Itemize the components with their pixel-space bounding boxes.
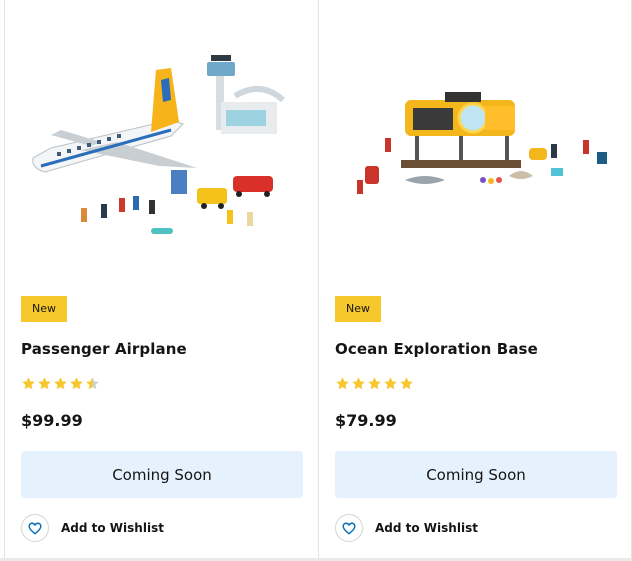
star-full-icon — [70, 377, 83, 390]
star-rating — [335, 376, 414, 396]
product-card: New Ocean Exploration Base $79.99 Coming… — [318, 0, 632, 561]
add-to-wishlist-link[interactable]: Add to Wishlist — [21, 514, 164, 542]
product-price: $99.99 — [21, 411, 83, 430]
airplane-set-image — [32, 55, 286, 234]
add-to-wishlist-link[interactable]: Add to Wishlist — [335, 514, 478, 542]
product-title[interactable]: Passenger Airplane — [21, 340, 187, 358]
star-full-icon — [384, 377, 397, 390]
star-half-icon — [86, 377, 99, 390]
heart-icon — [21, 514, 49, 542]
product-image[interactable] — [21, 40, 301, 250]
star-full-icon — [336, 377, 349, 390]
star-full-icon — [400, 377, 413, 390]
coming-soon-button[interactable]: Coming Soon — [335, 451, 617, 498]
star-full-icon — [54, 377, 67, 390]
ocean-base-set-image — [357, 92, 607, 194]
star-rating — [21, 376, 100, 396]
new-badge: New — [21, 296, 67, 322]
product-card: New Passenger Airplane $99.99 Coming Soo… — [4, 0, 318, 561]
heart-icon — [335, 514, 363, 542]
product-grid: New Passenger Airplane $99.99 Coming Soo… — [0, 0, 632, 561]
star-full-icon — [38, 377, 51, 390]
product-image[interactable] — [335, 40, 615, 250]
star-full-icon — [22, 377, 35, 390]
product-title[interactable]: Ocean Exploration Base — [335, 340, 538, 358]
wishlist-label: Add to Wishlist — [375, 521, 478, 535]
star-full-icon — [368, 377, 381, 390]
product-price: $79.99 — [335, 411, 397, 430]
star-full-icon — [352, 377, 365, 390]
coming-soon-button[interactable]: Coming Soon — [21, 451, 303, 498]
new-badge: New — [335, 296, 381, 322]
wishlist-label: Add to Wishlist — [61, 521, 164, 535]
